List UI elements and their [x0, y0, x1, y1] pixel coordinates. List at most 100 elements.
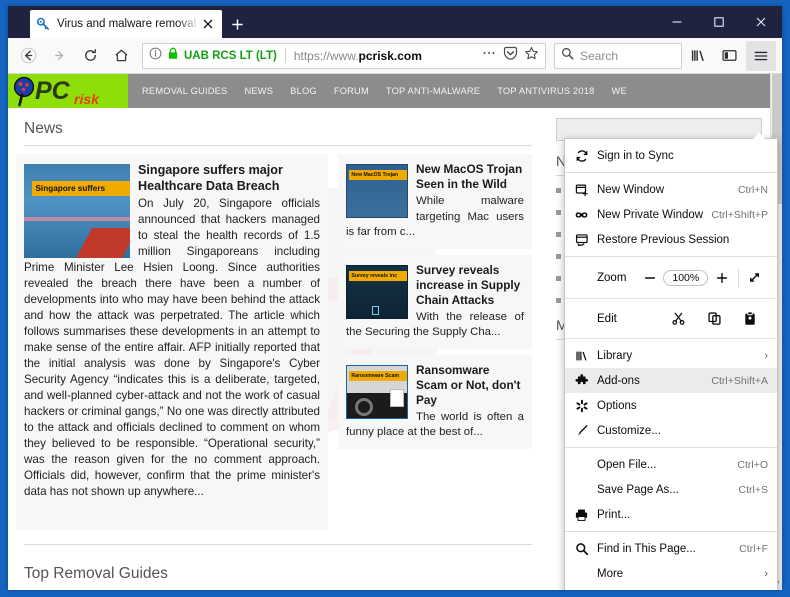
- info-circle-icon[interactable]: [149, 47, 162, 65]
- menu-item-shortcut: Ctrl+Shift+A: [711, 375, 768, 387]
- site-navigation: REMOVAL GUIDES NEWS BLOG FORUM TOP ANTI-…: [128, 74, 770, 108]
- url-text: https://www.pcrisk.com: [294, 49, 422, 63]
- site-nav-item-news[interactable]: NEWS: [244, 86, 273, 96]
- featured-column: Singapore suffers Singapore suffers majo…: [16, 154, 328, 536]
- site-nav-item-top-anti-malware[interactable]: TOP ANTI-MALWARE: [386, 86, 480, 96]
- menu-item-label: New Private Window: [597, 209, 703, 221]
- menu-item-label: Library: [597, 350, 756, 362]
- featured-article-card[interactable]: Singapore suffers Singapore suffers majo…: [16, 154, 328, 530]
- menu-separator: [565, 172, 777, 173]
- tab-close-icon[interactable]: [200, 16, 216, 32]
- forward-arrow-icon[interactable]: [45, 41, 74, 70]
- search-icon: [561, 47, 574, 65]
- library-icon[interactable]: [684, 41, 713, 70]
- new-tab-button[interactable]: [222, 10, 252, 38]
- menu-item-sign-in-to-sync[interactable]: Sign in to Sync: [565, 143, 777, 168]
- site-nav-item-forum[interactable]: FORUM: [334, 86, 369, 96]
- menu-item-find-in-this-page[interactable]: Find in This Page... Ctrl+F: [565, 536, 777, 561]
- menu-zoom-row: Zoom 100%: [565, 261, 777, 294]
- zoom-label: Zoom: [574, 272, 636, 284]
- menu-item-save-page-as[interactable]: Save Page As... Ctrl+S: [565, 477, 777, 502]
- menu-separator: [565, 298, 777, 299]
- open-file-icon: [574, 457, 589, 472]
- edit-label: Edit: [574, 313, 660, 325]
- copy-icon[interactable]: [696, 311, 732, 326]
- url-bar[interactable]: UAB RCS LT (LT) https://www.pcrisk.com: [142, 43, 546, 69]
- brush-icon: [574, 423, 589, 438]
- menu-item-new-window[interactable]: New Window Ctrl+N: [565, 177, 777, 202]
- sync-icon: [574, 148, 589, 163]
- menu-item-label: More: [597, 568, 756, 580]
- news-grid: Singapore suffers Singapore suffers majo…: [16, 154, 540, 536]
- zoom-in-button[interactable]: [708, 271, 735, 285]
- menu-item-new-private-window[interactable]: New Private Window Ctrl+Shift+P: [565, 202, 777, 227]
- heading-divider: [24, 145, 532, 146]
- urlbar-actions: [481, 46, 539, 66]
- search-bar[interactable]: Search: [554, 43, 682, 69]
- menu-item-web-developer[interactable]: Web Developer ›: [565, 586, 777, 590]
- clipboard-icon[interactable]: [732, 311, 768, 326]
- sidebar-search-box[interactable]: [556, 108, 762, 141]
- home-icon[interactable]: [107, 41, 136, 70]
- search-input[interactable]: Search: [580, 49, 618, 63]
- site-nav-item-blog[interactable]: BLOG: [290, 86, 317, 96]
- window-controls: [656, 6, 782, 38]
- pocket-icon[interactable]: [503, 46, 518, 66]
- article-card[interactable]: New MacOS Trojan New MacOS Trojan Seen i…: [338, 154, 532, 249]
- menu-separator: [565, 256, 777, 257]
- close-icon[interactable]: [740, 6, 782, 38]
- menu-item-label: New Window: [597, 184, 730, 196]
- article-card[interactable]: Ransomware Scam Ransomware Scam or Not, …: [338, 355, 532, 449]
- library-icon: [574, 348, 589, 363]
- featured-thumbnail: Singapore suffers: [24, 164, 130, 258]
- star-icon[interactable]: [524, 46, 539, 66]
- site-nav-item-top-antivirus[interactable]: TOP ANTIVIRUS 2018: [497, 86, 594, 96]
- article-thumbnail: Ransomware Scam: [346, 365, 408, 419]
- menu-item-label: Add-ons: [597, 375, 703, 387]
- reload-icon[interactable]: [76, 41, 105, 70]
- back-arrow-icon[interactable]: [14, 41, 43, 70]
- menu-item-more[interactable]: More ›: [565, 561, 777, 586]
- pcrisk-logo[interactable]: PC risk: [8, 74, 128, 108]
- menu-item-add-ons[interactable]: Add-ons Ctrl+Shift+A: [565, 368, 777, 393]
- site-nav-item-removal-guides[interactable]: REMOVAL GUIDES: [142, 86, 227, 96]
- maximize-icon[interactable]: [698, 6, 740, 38]
- sidebar-icon[interactable]: [715, 41, 744, 70]
- article-thumb-caption: New MacOS Trojan: [349, 170, 408, 180]
- more-icon: [574, 566, 589, 581]
- menu-separator: [565, 447, 777, 448]
- menu-separator: [565, 531, 777, 532]
- menu-item-library[interactable]: Library ›: [565, 343, 777, 368]
- menu-item-options[interactable]: Options: [565, 393, 777, 418]
- menu-item-label: Sign in to Sync: [597, 150, 768, 162]
- fullscreen-icon[interactable]: [741, 270, 768, 285]
- menu-item-label: Restore Previous Session: [597, 234, 768, 246]
- scissors-icon[interactable]: [660, 311, 696, 326]
- menu-item-print[interactable]: Print...: [565, 502, 777, 527]
- puzzle-icon: [574, 373, 589, 388]
- chevron-right-icon: ›: [764, 350, 768, 362]
- ellipsis-icon[interactable]: [481, 46, 497, 65]
- menu-item-customize[interactable]: Customize...: [565, 418, 777, 443]
- mask-icon: [574, 207, 589, 222]
- minimize-icon[interactable]: [656, 6, 698, 38]
- menu-edit-row: Edit: [565, 303, 777, 334]
- section-divider: [24, 544, 532, 545]
- key-icon: [36, 17, 51, 32]
- browser-tab[interactable]: Virus and malware removal ins: [30, 10, 222, 38]
- menu-item-label: Find in This Page...: [597, 543, 731, 555]
- menu-item-open-file[interactable]: Open File... Ctrl+O: [565, 452, 777, 477]
- hamburger-icon[interactable]: [746, 41, 776, 71]
- zoom-out-button[interactable]: [636, 271, 663, 285]
- app-menu-panel: Sign in to Sync New Window Ctrl+N New Pr…: [564, 138, 778, 590]
- article-card[interactable]: Survey reveals inc Survey reveals increa…: [338, 255, 532, 349]
- svg-text:PC: PC: [35, 77, 71, 105]
- site-nav-item-we[interactable]: WE: [612, 86, 627, 96]
- article-thumbnail: Survey reveals inc: [346, 265, 408, 319]
- menu-item-shortcut: Ctrl+F: [739, 543, 768, 555]
- zoom-level[interactable]: 100%: [663, 270, 708, 286]
- menu-item-restore-previous-session[interactable]: Restore Previous Session: [565, 227, 777, 252]
- tab-title: Virus and malware removal ins: [57, 18, 200, 30]
- menu-item-label: Save Page As...: [597, 484, 731, 496]
- article-thumbnail: New MacOS Trojan: [346, 164, 408, 218]
